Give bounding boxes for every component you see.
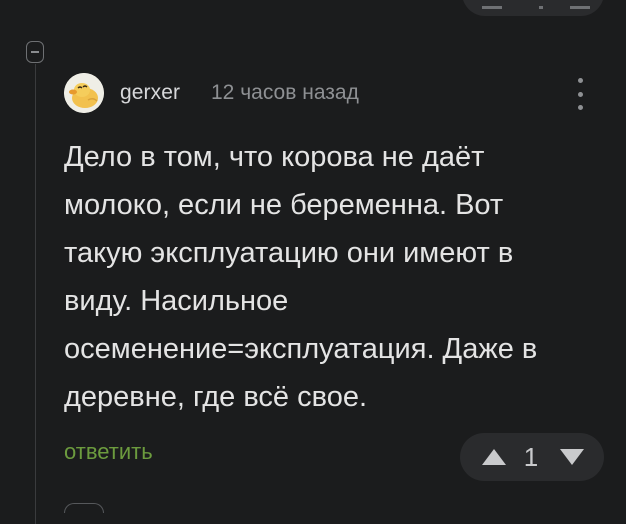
avatar[interactable] bbox=[64, 73, 104, 113]
more-vertical-icon bbox=[577, 78, 583, 83]
rating-count: 1 bbox=[523, 442, 539, 472]
previous-comment-vote-pill bbox=[462, 0, 604, 16]
reply-button[interactable]: ответить bbox=[64, 439, 153, 465]
comment-text-line: такую эксплуатацию они имеют в bbox=[64, 237, 514, 269]
comment-rating: 1 bbox=[460, 433, 604, 481]
duck-avatar-icon bbox=[64, 73, 104, 113]
triangle-down-icon bbox=[560, 449, 584, 465]
upvote-button[interactable] bbox=[480, 447, 508, 467]
next-comment-avatar-edge bbox=[64, 503, 104, 513]
collapse-minus-icon bbox=[31, 51, 39, 53]
triangle-up-icon bbox=[482, 449, 506, 465]
comment-more-button[interactable] bbox=[568, 74, 592, 114]
comment-text-line: молоко, если не беременна. Вот bbox=[64, 189, 504, 221]
comment-body: Дело в том, что корова не даёт молоко, е… bbox=[64, 133, 609, 421]
comment-timestamp[interactable]: 12 часов назад bbox=[211, 81, 359, 105]
collapse-thread-button[interactable] bbox=[26, 41, 44, 63]
comment-author[interactable]: gerxer bbox=[120, 81, 180, 105]
comment-text-line: Дело в том, что корова не даёт bbox=[64, 141, 485, 173]
comment-text-line: деревне, где всё свое. bbox=[64, 381, 368, 413]
comment-text-line: виду. Насильное bbox=[64, 285, 289, 317]
downvote-button[interactable] bbox=[558, 447, 586, 467]
thread-line[interactable] bbox=[35, 64, 36, 524]
comment-text-line: осеменение=эксплуатация. Даже в bbox=[64, 333, 538, 365]
